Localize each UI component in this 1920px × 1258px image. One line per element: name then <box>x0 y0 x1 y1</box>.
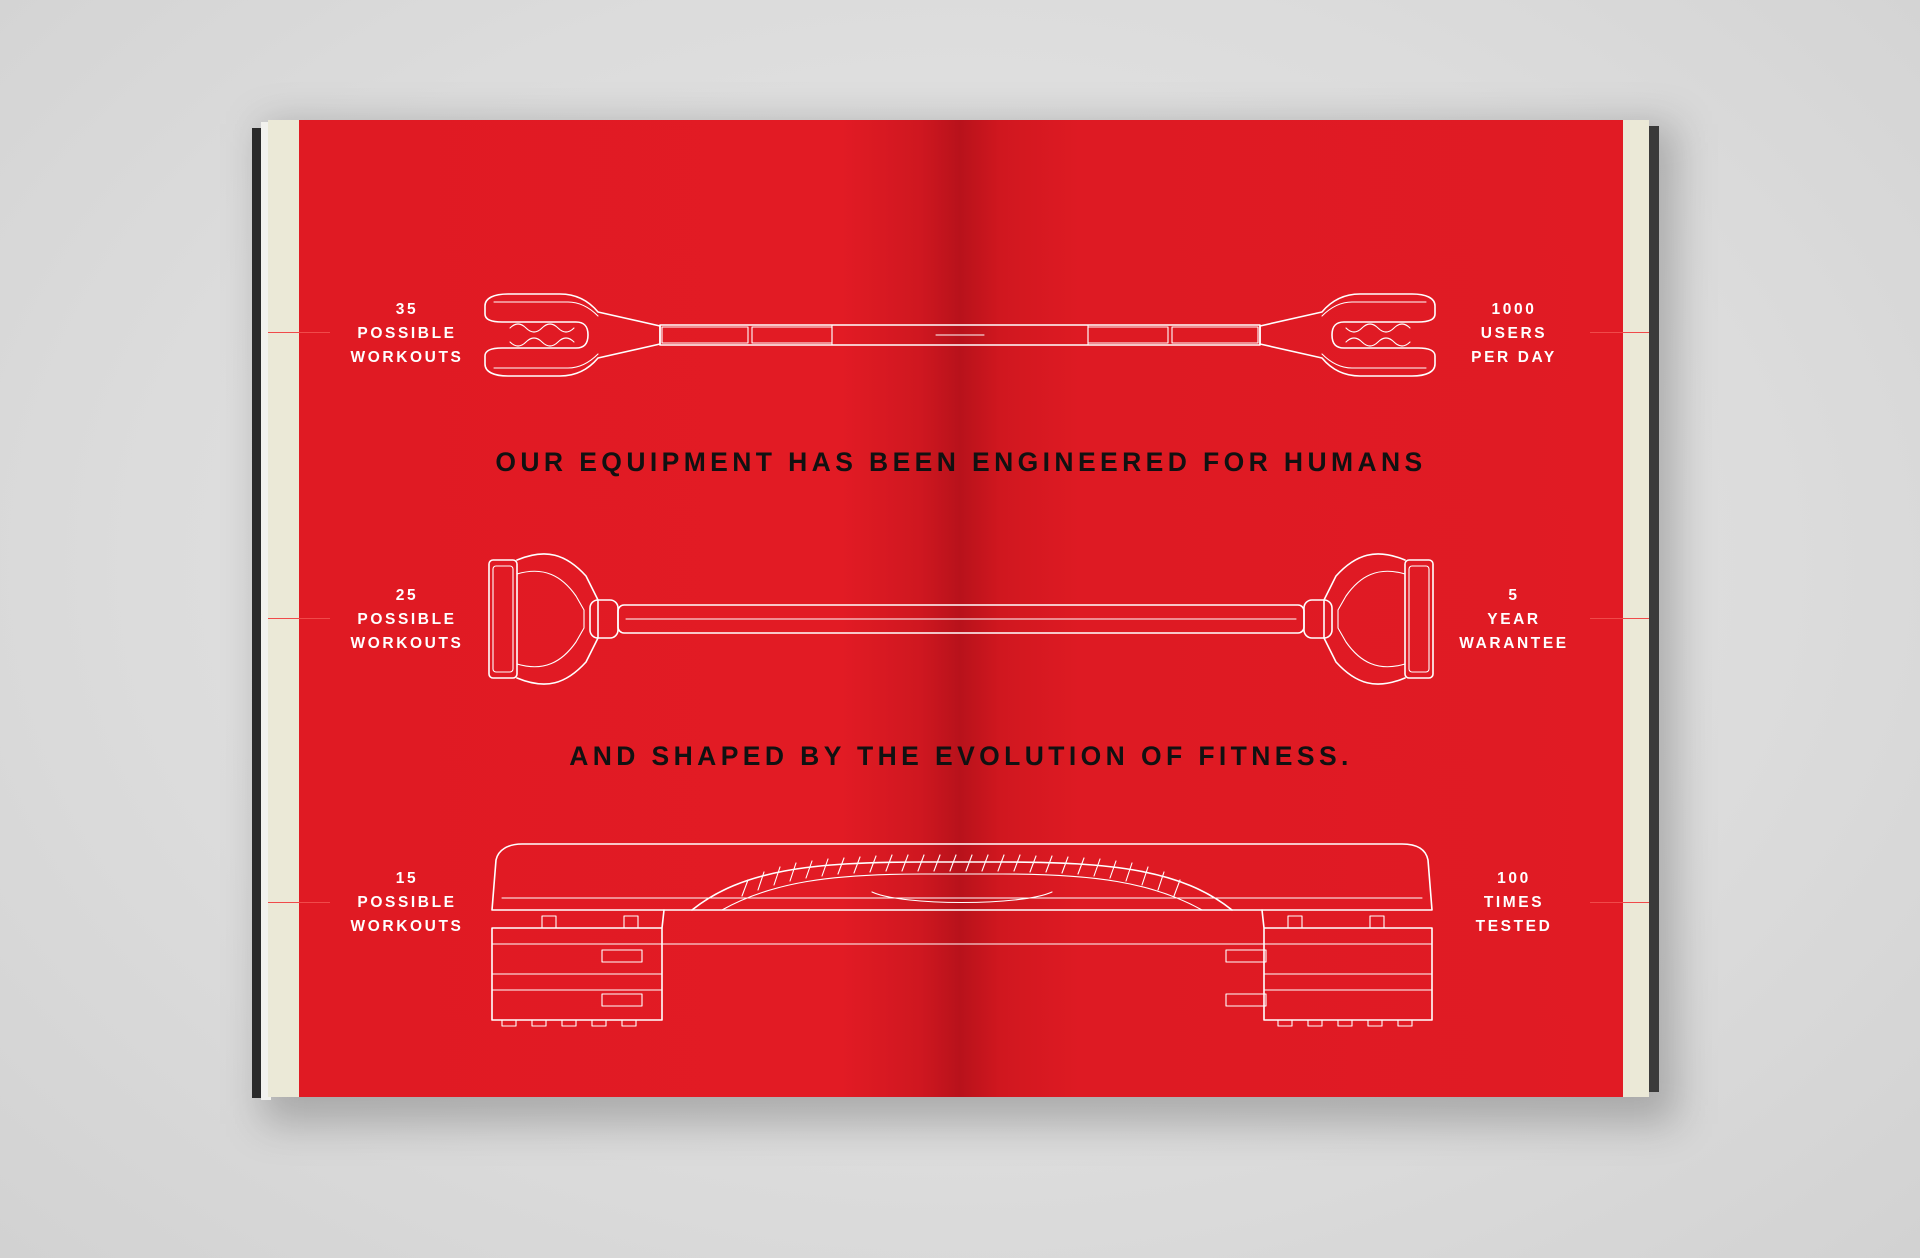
stat-line: USERS <box>1480 325 1548 342</box>
stat-number: 1000 <box>1491 301 1537 318</box>
tick-row2-left <box>268 618 330 619</box>
step-platform-drawing <box>491 843 1433 1027</box>
tick-row3-right <box>1590 902 1649 903</box>
stat-15-workouts: 15 POSSIBLE WORKOUTS <box>337 867 477 939</box>
page-edge-left <box>268 120 300 1097</box>
stat-line: TIMES <box>1483 894 1545 911</box>
stat-line: YEAR <box>1487 611 1541 628</box>
stat-35-workouts: 35 POSSIBLE WORKOUTS <box>337 298 477 370</box>
stat-line: TESTED <box>1475 918 1553 935</box>
tick-row3-left <box>268 902 330 903</box>
headline-engineered-for-humans: OUR EQUIPMENT HAS BEEN ENGINEERED FOR HU… <box>495 447 1427 477</box>
stat-5-year-warantee: 5 YEAR WARANTEE <box>1444 584 1584 656</box>
page-edge-right <box>1622 120 1649 1097</box>
stat-number: 15 <box>395 870 419 887</box>
stat-line: WORKOUTS <box>350 918 464 935</box>
tick-row1-left <box>268 332 330 333</box>
stat-number: 5 <box>1508 587 1520 604</box>
stat-number: 100 <box>1497 870 1531 887</box>
tick-row2-right <box>1590 618 1649 619</box>
stat-line: WARANTEE <box>1459 635 1569 652</box>
stat-line: WORKOUTS <box>350 349 464 366</box>
stat-line: POSSIBLE <box>357 611 457 628</box>
stat-25-workouts: 25 POSSIBLE WORKOUTS <box>337 584 477 656</box>
stat-100-times-tested: 100 TIMES TESTED <box>1444 867 1584 939</box>
stat-1000-users: 1000 USERS PER DAY <box>1444 298 1584 370</box>
tick-row1-right <box>1590 332 1649 333</box>
stat-number: 25 <box>395 587 419 604</box>
stat-line: POSSIBLE <box>357 325 457 342</box>
stat-line: PER DAY <box>1471 349 1557 366</box>
resistance-bar-drawing <box>488 553 1434 685</box>
book-page-stack-right <box>1648 126 1659 1092</box>
weighted-bar-drawing <box>484 293 1436 377</box>
headline-evolution-of-fitness: AND SHAPED BY THE EVOLUTION OF FITNESS. <box>569 741 1353 771</box>
stat-line: POSSIBLE <box>357 894 457 911</box>
stat-number: 35 <box>395 301 419 318</box>
stat-line: WORKOUTS <box>350 635 464 652</box>
